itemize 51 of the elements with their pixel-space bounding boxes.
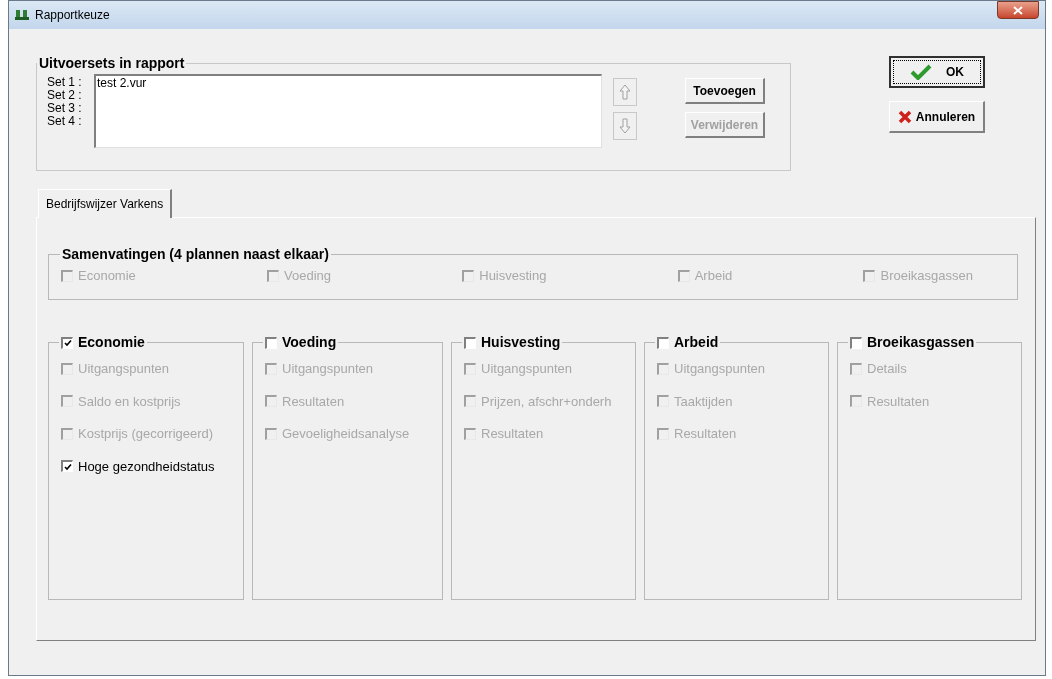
app-icon — [15, 9, 29, 21]
option-label: Gevoeligheidsanalyse — [282, 425, 410, 443]
option-label: Prijzen, afschr+onderh — [481, 392, 612, 411]
checkbox[interactable] — [657, 336, 669, 349]
section-title: Huisvesting — [481, 333, 561, 352]
section-title: Economie — [78, 333, 145, 352]
window-title: Rapportkeuze — [35, 7, 110, 24]
close-icon — [1013, 5, 1023, 15]
group-title: Samenvatingen (4 plannen naast elkaar) — [61, 245, 330, 264]
set-label: Set 1 : — [47, 76, 83, 89]
close-button[interactable] — [997, 1, 1039, 19]
set-label: Set 2 : — [47, 89, 83, 102]
set-label: Set 3 : — [47, 102, 83, 115]
tab[interactable]: Bedrijfswijzer Varkens — [38, 189, 173, 218]
checkbox[interactable] — [850, 336, 862, 349]
option-label: Uitgangspunten — [78, 360, 170, 378]
section-title: Broeikasgassen — [867, 333, 975, 352]
down-arrow-icon — [619, 118, 631, 134]
checkbox[interactable] — [464, 336, 476, 349]
checkbox[interactable] — [61, 336, 73, 349]
add-button[interactable]: Toevoegen — [685, 78, 765, 104]
option-label: Economie — [78, 267, 136, 285]
checkbox[interactable] — [61, 460, 73, 473]
option-label: Huisvesting — [479, 267, 547, 285]
option-label: Taaktijden — [674, 392, 733, 411]
output-set-list[interactable]: test 2.vur — [94, 74, 602, 148]
cancel-button[interactable]: Annuleren — [889, 101, 985, 133]
section-title: Voeding — [282, 333, 337, 352]
option-label: Voeding — [284, 267, 332, 285]
option-label: Uitgangspunten — [674, 360, 766, 378]
option-label: Resultaten — [481, 425, 544, 443]
option-label: Details — [867, 360, 907, 378]
up-arrow-icon — [619, 84, 631, 100]
option-label: Uitgangspunten — [282, 360, 374, 378]
checkmark-icon — [910, 64, 932, 80]
option-label: Resultaten — [867, 392, 930, 411]
option-label: Uitgangspunten — [481, 360, 573, 378]
close-icon — [897, 109, 912, 124]
section-title: Arbeid — [674, 333, 719, 352]
option-label: Kostprijs (gecorrigeerd) — [78, 425, 214, 443]
ok-button[interactable]: OK — [889, 56, 985, 88]
option-label: Resultaten — [674, 425, 737, 443]
checkbox[interactable] — [265, 336, 277, 349]
option-label: Arbeid — [694, 267, 733, 285]
option-label: Resultaten — [282, 392, 345, 411]
option-label: Saldo en kostprijs — [78, 392, 181, 411]
option-label: Broeikasgassen — [880, 267, 973, 285]
list-item[interactable]: test 2.vur — [97, 77, 601, 90]
option-label: Hoge gezondheidstatus — [78, 457, 215, 476]
group-title: Uitvoersets in rapport — [38, 54, 186, 73]
set-label: Set 4 : — [47, 115, 83, 128]
